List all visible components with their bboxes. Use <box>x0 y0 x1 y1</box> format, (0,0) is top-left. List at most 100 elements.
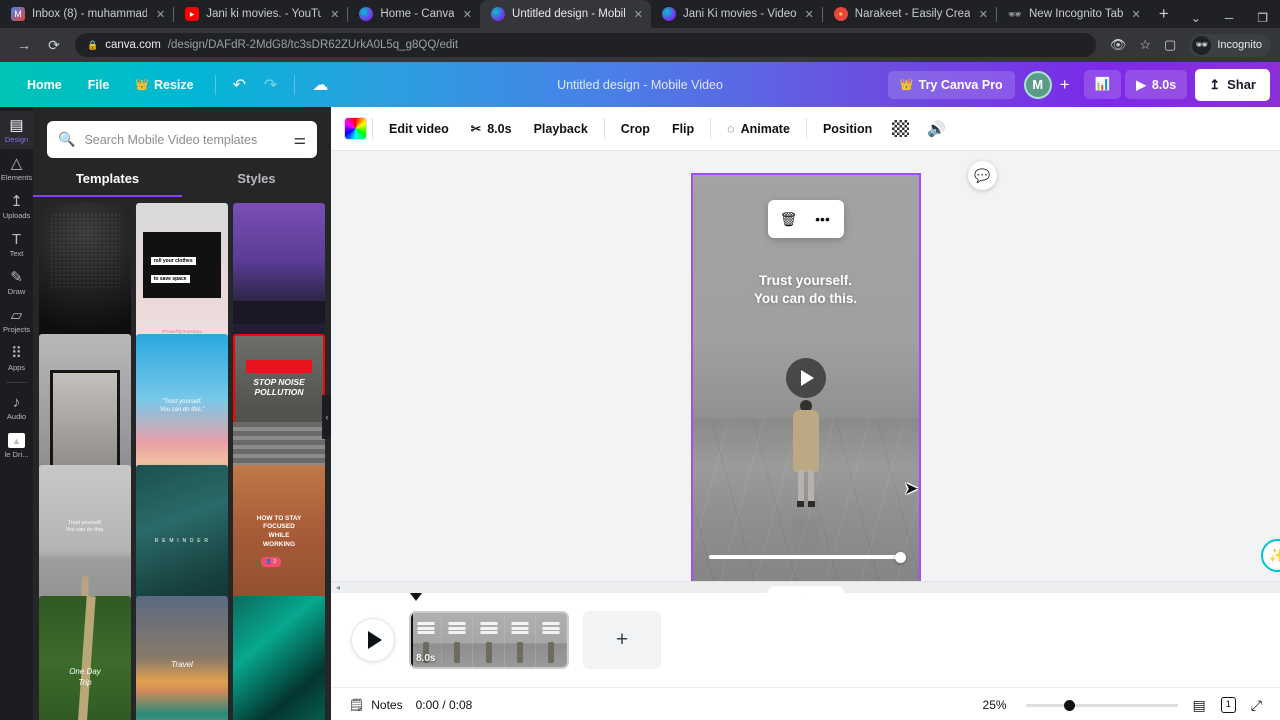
close-icon[interactable]: ✕ <box>979 8 988 21</box>
add-comment-icon[interactable]: 💬 <box>968 161 997 190</box>
template-card[interactable]: Travel <box>136 596 228 720</box>
undo-icon[interactable]: ↶ <box>224 70 255 100</box>
close-icon[interactable]: ✕ <box>156 8 165 21</box>
timeline-scroll-left-icon[interactable]: ◂ <box>331 583 340 592</box>
notes-button[interactable]: 🗒 Notes <box>349 698 403 712</box>
insights-button[interactable]: 📊 <box>1083 70 1122 99</box>
video-play-overlay-icon[interactable] <box>785 358 826 398</box>
video-canvas[interactable]: Trust yourself. You can do this. 🗑 ••• <box>690 173 921 581</box>
trim-duration-button[interactable]: ✂ 8.0s <box>460 114 523 143</box>
browser-tab[interactable]: M Inbox (8) - muhammad ✕ <box>0 0 173 28</box>
add-collaborator-icon[interactable]: + <box>1055 75 1075 95</box>
sidebar-item-uploads[interactable]: ↥ Uploads <box>0 187 33 225</box>
maximize-icon[interactable]: ❐ <box>1245 11 1280 25</box>
page-manager-icon[interactable]: 1 <box>1220 697 1236 713</box>
tab-templates[interactable]: Templates <box>33 171 182 197</box>
grid-view-icon[interactable]: ▤ <box>1193 697 1206 714</box>
hide-icon[interactable]: 👁 <box>1110 37 1127 53</box>
close-icon[interactable]: ✕ <box>805 8 814 21</box>
sidebar-item-label: Projects <box>2 325 31 334</box>
scrubber-knob[interactable] <box>894 552 906 563</box>
close-icon[interactable]: ✕ <box>634 8 643 21</box>
browser-tab[interactable]: Jani ki movies. - YouTub ✕ <box>174 0 347 28</box>
sidebar-item-audio[interactable]: ♪ Audio <box>0 388 33 426</box>
resize-button[interactable]: 👑 Resize <box>122 72 206 98</box>
animate-button[interactable]: ◌ Animate <box>716 115 801 143</box>
close-icon[interactable]: ✕ <box>463 8 472 21</box>
template-caption: Travel <box>171 660 193 670</box>
present-button[interactable]: ▶ 8.0s <box>1125 70 1188 99</box>
canvas-area[interactable]: Trust yourself. You can do this. 🗑 ••• 💬… <box>331 151 1280 581</box>
panel-collapse-handle[interactable]: ‹ <box>322 395 331 439</box>
bookmark-star-icon[interactable]: ☆ <box>1139 37 1151 53</box>
magic-studio-icon[interactable]: ✨ <box>1261 539 1280 572</box>
tab-title: Untitled design - Mobil <box>512 8 625 20</box>
crop-button[interactable]: Crop <box>610 115 661 143</box>
template-card[interactable] <box>233 596 325 720</box>
document-title[interactable]: Untitled design - Mobile Video <box>557 78 723 92</box>
add-page-button[interactable]: + <box>583 611 661 669</box>
clip-trim-handle[interactable] <box>411 613 413 667</box>
redo-icon[interactable]: ↷ <box>255 70 286 100</box>
audio-icon: ♪ <box>12 394 21 411</box>
search-box[interactable]: 🔍 ⚌ <box>47 121 317 158</box>
home-button[interactable]: Home <box>14 72 75 98</box>
incognito-indicator[interactable]: 🕶 Incognito <box>1189 33 1271 57</box>
sidebar-item-elements[interactable]: △ Elements <box>0 149 33 187</box>
browser-tab[interactable]: Jani Ki movies - Video ✕ <box>651 0 822 28</box>
volume-icon[interactable]: 🔊 <box>918 114 955 144</box>
delete-icon[interactable]: 🗑 <box>774 206 804 232</box>
filter-icon[interactable]: ⚌ <box>293 131 306 148</box>
flip-button[interactable]: Flip <box>661 115 705 143</box>
sidebar-item-projects[interactable]: ▱ Projects <box>0 301 33 339</box>
canvas-caption[interactable]: Trust yourself. You can do this. <box>693 272 919 307</box>
share-button[interactable]: ↥ Shar <box>1195 68 1270 101</box>
browser-tab[interactable]: Narakeet - Easily Create ✕ <box>823 0 996 28</box>
sidebar-item-draw[interactable]: ✎ Draw <box>0 263 33 301</box>
cloud-saved-icon[interactable]: ☁ <box>303 70 337 100</box>
edit-video-button[interactable]: Edit video <box>378 115 460 143</box>
text-icon: T <box>11 231 22 248</box>
browser-tab[interactable]: Home - Canva ✕ <box>348 0 480 28</box>
try-canva-pro-button[interactable]: 👑 Try Canva Pro <box>887 70 1015 99</box>
search-input[interactable] <box>84 132 285 147</box>
template-grid: roll your clothes to save space #TravelT… <box>33 197 331 720</box>
forward-icon[interactable]: → <box>9 37 39 53</box>
template-card[interactable]: One Day Trip <box>39 596 131 720</box>
reload-icon[interactable]: ⟳ <box>39 37 69 54</box>
tab-search-icon[interactable]: ⌄ <box>1179 11 1213 25</box>
insights-icon: 📊 <box>1094 77 1111 91</box>
zoom-slider-knob[interactable] <box>1063 699 1075 711</box>
position-button[interactable]: Position <box>812 115 883 143</box>
avatar[interactable]: M <box>1023 70 1052 99</box>
minimize-icon[interactable]: ─ <box>1213 11 1246 25</box>
timeline-clip[interactable]: 8.0s <box>409 611 569 669</box>
playback-button[interactable]: Playback <box>523 115 599 143</box>
sidebar-item-google-drive[interactable]: ▲ le Dri... <box>0 426 33 464</box>
address-bar[interactable]: 🔒 canva.com/design/DAFdR-2MdG8/tc3sDR62Z… <box>75 33 1096 57</box>
timeline-play-button[interactable] <box>351 618 395 662</box>
tab-title: Inbox (8) - muhammad <box>32 8 147 20</box>
video-scrubber[interactable] <box>708 552 906 563</box>
zoom-slider[interactable] <box>1025 699 1178 711</box>
close-icon[interactable]: ✕ <box>330 8 339 21</box>
new-tab-button[interactable]: + <box>1149 4 1179 28</box>
top-bar-actions: 👑 Try Canva Pro M + 📊 ▶ 8.0s ↥ Shar <box>887 68 1270 101</box>
fullscreen-icon[interactable]: ⤢ <box>1251 697 1262 714</box>
color-swatch[interactable] <box>344 117 367 140</box>
transparency-icon[interactable] <box>883 114 918 143</box>
sidebar-item-design[interactable]: ▤ Design <box>0 111 33 149</box>
close-icon[interactable]: ✕ <box>1132 8 1141 21</box>
clip-thumbnail-frame <box>504 613 536 667</box>
browser-tab[interactable]: 🕶 New Incognito Tab ✕ <box>997 0 1149 28</box>
sidebar-item-text[interactable]: T Text <box>0 225 33 263</box>
tab-styles[interactable]: Styles <box>182 171 331 197</box>
side-panel-icon[interactable]: ▢ <box>1164 37 1176 53</box>
sidebar-item-apps[interactable]: ⠿ Apps <box>0 339 33 377</box>
more-options-icon[interactable]: ••• <box>808 206 838 232</box>
caption-line-2: You can do this. <box>753 290 858 306</box>
playhead-marker[interactable] <box>410 593 422 601</box>
play-icon: ▶ <box>1136 78 1146 92</box>
file-menu-button[interactable]: File <box>75 72 123 98</box>
browser-tab-active[interactable]: Untitled design - Mobil ✕ <box>480 0 652 28</box>
